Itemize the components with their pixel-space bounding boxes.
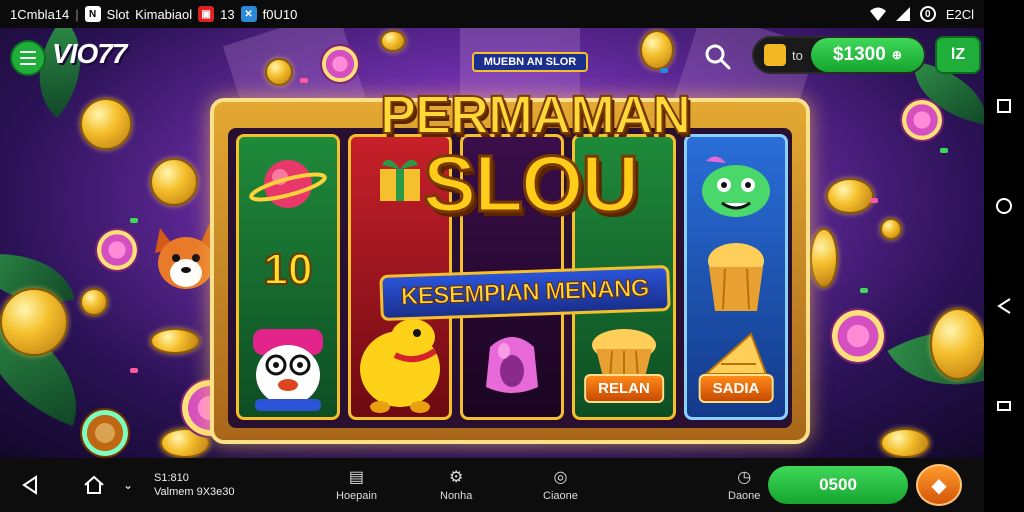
menu-button[interactable] xyxy=(10,40,46,76)
recents-icon[interactable] xyxy=(994,96,1014,116)
clock-icon: ◷ xyxy=(737,469,752,486)
top-action-button[interactable]: lZ xyxy=(935,36,981,74)
home-icon[interactable] xyxy=(80,471,108,499)
rotate-icon[interactable] xyxy=(994,396,1014,416)
confetti xyxy=(300,78,308,83)
search-icon[interactable] xyxy=(703,42,733,72)
data-saver-icon: 0 xyxy=(919,6,936,22)
bottom-bar: ⌄ S1:810 Valmem 9X3e30 ▤ Hoepain ⚙ Nonha… xyxy=(0,458,984,512)
deposit-amount: 0500 xyxy=(819,475,857,494)
diamond-button[interactable]: ◆ xyxy=(916,464,962,506)
golden-bar-icon xyxy=(703,332,768,375)
gold-coin xyxy=(810,228,838,288)
gold-coin xyxy=(880,218,902,240)
confetti xyxy=(130,218,138,223)
casino-chip xyxy=(320,44,360,84)
game-title-line2: SLOU xyxy=(421,139,640,228)
tab-ciaone[interactable]: ◎ Ciaone xyxy=(543,466,578,502)
battery-text: E2Cl xyxy=(945,6,974,22)
chat-icon: ◎ xyxy=(553,469,568,486)
reel-1[interactable]: 10 xyxy=(236,134,340,420)
notification-photo-icon: ▣ xyxy=(198,6,215,22)
gold-coin xyxy=(826,178,874,214)
sign-banner: KESEMPIAN MENANG xyxy=(379,264,671,322)
confetti xyxy=(130,368,138,373)
casino-chip xyxy=(900,98,944,142)
reel-5[interactable]: SADIA xyxy=(684,134,788,420)
status-bar: 1Cmbla14 | N Slot Kimabiaol ▣ 13 ✕ f0U10… xyxy=(0,0,984,28)
gold-coin xyxy=(930,308,984,380)
tab-label: Hoepain xyxy=(336,490,377,502)
user-info: S1:810 Valmem 9X3e30 xyxy=(154,471,235,499)
confetti xyxy=(870,198,878,203)
gold-coin xyxy=(80,98,132,150)
tab-label: Daone xyxy=(728,490,761,502)
game-title-sign: MUEBN AN SLOR PERMAMAN SLOU KESEMPIAN ME… xyxy=(379,48,692,328)
gold-coin xyxy=(150,328,200,354)
sadia-button[interactable]: SADIA xyxy=(698,374,774,403)
gear-icon: ⚙ xyxy=(449,469,464,486)
back-triangle-icon[interactable] xyxy=(994,296,1014,316)
game-title-line1: PERMAMAN xyxy=(379,85,692,145)
balance-label: to xyxy=(792,47,803,63)
status-time: 1Cmbla14 xyxy=(10,6,70,22)
tab-label: Nonha xyxy=(440,490,473,502)
balance-amount: $1300 xyxy=(832,44,886,65)
gold-coin xyxy=(880,428,930,458)
dog-character-icon xyxy=(253,329,323,411)
confetti xyxy=(860,288,868,293)
tab-hoepain[interactable]: ▤ Hoepain xyxy=(336,466,377,502)
casino-chip xyxy=(830,308,886,364)
sign-top-label: MUEBN AN SLOR xyxy=(471,52,589,72)
green-fish-icon xyxy=(702,156,770,217)
top-action-label: lZ xyxy=(950,46,966,63)
game-scene: 10 RELAN SADIA MUEBN AN SLOR PERMAMAN SL… xyxy=(0,28,984,458)
wifi-icon xyxy=(869,7,886,21)
add-funds-icon: ⊕ xyxy=(891,48,902,62)
notification-app-icon: ✕ xyxy=(240,6,257,22)
planet-symbol-icon xyxy=(249,160,327,208)
balance-pill[interactable]: to $1300 ⊕ xyxy=(752,36,926,74)
system-nav-rail xyxy=(984,0,1024,512)
status-app-label-2: Kimabiaol xyxy=(135,6,193,22)
status-app-label: Slot xyxy=(106,6,130,22)
casino-chip xyxy=(80,408,130,458)
deposit-button[interactable]: 0500 xyxy=(768,466,908,504)
chevron-down-icon[interactable]: ⌄ xyxy=(114,471,142,499)
status-num1: 13 xyxy=(220,6,235,22)
tab-daone[interactable]: ◷ Daone xyxy=(728,466,760,502)
tab-nonha[interactable]: ⚙ Nonha xyxy=(440,466,472,502)
diamond-icon: ◆ xyxy=(931,474,947,497)
gold-coin xyxy=(150,158,198,206)
relan-button[interactable]: RELAN xyxy=(584,374,664,403)
golden-bell-icon xyxy=(708,243,764,311)
coin-bag-icon xyxy=(764,44,786,66)
reel-number: 10 xyxy=(263,244,314,295)
status-num2: f0U10 xyxy=(262,6,298,22)
confetti xyxy=(940,148,948,153)
tab-label: Ciaone xyxy=(543,490,578,502)
home-circle-icon[interactable] xyxy=(994,196,1014,216)
user-line2: Valmem 9X3e30 xyxy=(154,486,235,498)
casino-chip xyxy=(95,228,139,272)
balance-amount-button[interactable]: $1300 ⊕ xyxy=(810,38,924,72)
notification-n-icon: N xyxy=(84,6,101,22)
user-line1: S1:810 xyxy=(154,472,189,484)
gold-coin xyxy=(265,58,293,86)
app-logo: VIO77 xyxy=(52,38,127,69)
back-icon[interactable] xyxy=(16,471,44,499)
gold-coin xyxy=(0,288,68,356)
gold-coin xyxy=(80,288,108,316)
pink-bell-icon xyxy=(486,337,538,393)
bag-icon: ▤ xyxy=(348,469,365,486)
signal-icon xyxy=(895,7,910,21)
